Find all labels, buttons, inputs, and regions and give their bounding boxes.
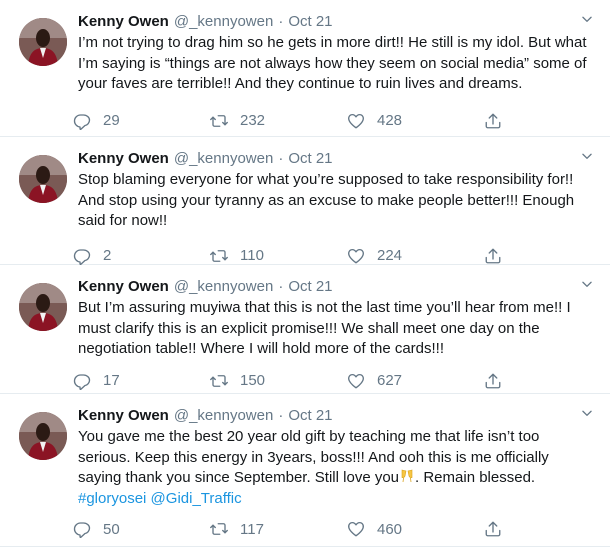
retweet-button[interactable]: 150 — [210, 372, 347, 390]
share-button[interactable] — [484, 520, 514, 538]
tweet-text: But I’m assuring muyiwa that this is not… — [78, 299, 571, 357]
separator-dot: · — [278, 12, 284, 30]
tweet[interactable]: Kenny Owen @_kennyowen · Oct 21 I’m not … — [0, 0, 610, 137]
author-handle[interactable]: @_kennyowen — [174, 150, 273, 167]
tweet-actions: 29 232 428 — [73, 101, 596, 141]
tweet-date[interactable]: Oct 21 — [288, 13, 332, 30]
retweet-count: 150 — [240, 372, 266, 389]
like-count: 460 — [377, 520, 403, 538]
chevron-down-icon[interactable] — [580, 406, 594, 420]
tweet-actions: 50 117 460 — [73, 509, 596, 549]
heart-icon — [347, 372, 365, 390]
reply-button[interactable]: 2 — [73, 247, 210, 265]
retweet-count: 232 — [240, 112, 266, 129]
tweet-date[interactable]: Oct 21 — [288, 407, 332, 424]
avatar[interactable] — [19, 18, 67, 66]
chevron-down-icon[interactable] — [580, 12, 594, 26]
retweet-icon — [210, 372, 228, 390]
avatar[interactable] — [19, 283, 67, 331]
heart-icon — [347, 112, 365, 130]
heart-icon — [347, 247, 365, 265]
like-button[interactable]: 460 — [347, 520, 484, 538]
heart-icon — [347, 520, 365, 538]
tweet-text: You gave me the best 20 year old gift by… — [78, 427, 596, 509]
reply-button[interactable]: 50 — [73, 520, 210, 538]
like-button[interactable]: 428 — [347, 112, 484, 130]
retweet-icon — [210, 247, 228, 265]
share-icon — [484, 247, 502, 265]
tweet-date[interactable]: Oct 21 — [288, 278, 332, 295]
tweet-date[interactable]: Oct 21 — [288, 150, 332, 167]
author-name[interactable]: Kenny Owen — [78, 278, 169, 295]
share-icon — [484, 112, 502, 130]
reply-count: 17 — [103, 372, 120, 389]
separator-dot: · — [278, 277, 284, 295]
reply-icon — [73, 247, 91, 265]
author-handle[interactable]: @_kennyowen — [174, 407, 273, 424]
tweet-text: Stop blaming everyone for what you’re su… — [78, 171, 575, 229]
tweet[interactable]: Kenny Owen @_kennyowen · Oct 21 Stop bla… — [0, 137, 610, 265]
like-count: 627 — [377, 372, 403, 389]
tweet-text-part: . Remain blessed. — [415, 469, 536, 486]
mention-link[interactable]: @Gidi_Traffic — [151, 490, 242, 507]
like-button[interactable]: 224 — [347, 247, 484, 265]
chevron-down-icon[interactable] — [580, 149, 594, 163]
separator-dot: · — [278, 406, 284, 424]
like-count: 428 — [377, 112, 403, 129]
like-count: 224 — [377, 247, 403, 264]
share-button[interactable] — [484, 372, 514, 390]
reply-icon — [73, 372, 91, 390]
author-name[interactable]: Kenny Owen — [78, 407, 169, 424]
avatar[interactable] — [19, 412, 67, 460]
avatar[interactable] — [19, 155, 67, 203]
author-name[interactable]: Kenny Owen — [78, 13, 169, 30]
retweet-count: 110 — [240, 247, 264, 264]
like-button[interactable]: 627 — [347, 372, 484, 390]
tweet-header: Kenny Owen @_kennyowen · Oct 21 — [78, 275, 596, 297]
reply-count: 29 — [103, 112, 120, 129]
chevron-down-icon[interactable] — [580, 277, 594, 291]
retweet-button[interactable]: 110 — [210, 247, 347, 265]
author-handle[interactable]: @_kennyowen — [174, 278, 273, 295]
tweet-header: Kenny Owen @_kennyowen · Oct 21 — [78, 147, 596, 169]
retweet-icon — [210, 112, 228, 130]
retweet-button[interactable]: 117 — [210, 520, 347, 538]
share-button[interactable] — [484, 247, 514, 265]
retweet-icon — [210, 520, 228, 538]
tweet-text: I’m not trying to drag him so he gets in… — [78, 34, 587, 92]
separator-dot: · — [278, 149, 284, 167]
reply-icon — [73, 112, 91, 130]
tweet[interactable]: Kenny Owen @_kennyowen · Oct 21 But I’m … — [0, 265, 610, 394]
tweet-header: Kenny Owen @_kennyowen · Oct 21 — [78, 10, 596, 32]
share-button[interactable] — [484, 112, 514, 130]
reply-count: 50 — [103, 520, 120, 538]
reply-button[interactable]: 17 — [73, 372, 210, 390]
reply-count: 2 — [103, 247, 112, 264]
clinking-glasses-icon — [401, 469, 413, 483]
reply-button[interactable]: 29 — [73, 112, 210, 130]
share-icon — [484, 520, 502, 538]
author-handle[interactable]: @_kennyowen — [174, 13, 273, 30]
retweet-count: 117 — [240, 520, 264, 538]
tweet[interactable]: Kenny Owen @_kennyowen · Oct 21 You gave… — [0, 394, 610, 547]
retweet-button[interactable]: 232 — [210, 112, 347, 130]
tweet-header: Kenny Owen @_kennyowen · Oct 21 — [78, 404, 596, 426]
author-name[interactable]: Kenny Owen — [78, 150, 169, 167]
share-icon — [484, 372, 502, 390]
hashtag-link[interactable]: #gloryosei — [78, 490, 146, 507]
reply-icon — [73, 520, 91, 538]
